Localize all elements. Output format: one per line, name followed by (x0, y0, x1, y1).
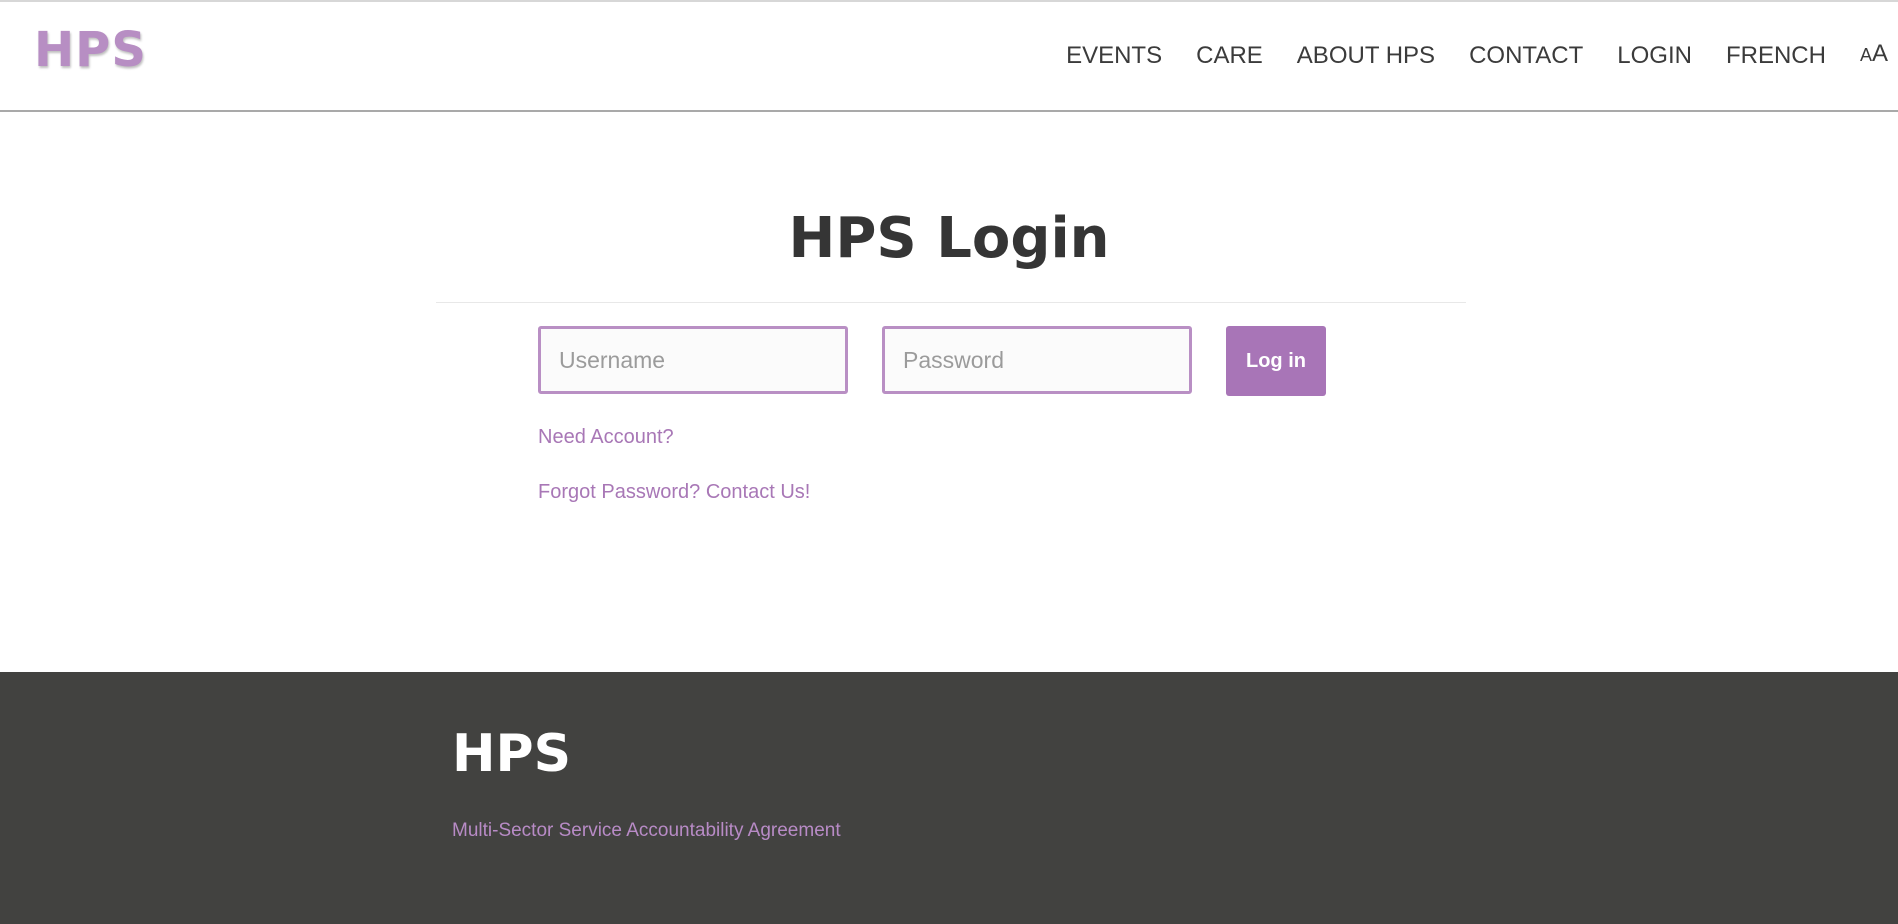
footer-logo: HPS (452, 724, 572, 784)
nav-item-events[interactable]: EVENTS (1066, 40, 1162, 72)
nav-item-contact[interactable]: CONTACT (1469, 40, 1583, 72)
title-divider (436, 302, 1466, 303)
font-size-toggle[interactable]: AA (1860, 38, 1888, 73)
page-title: HPS Login (788, 206, 1110, 271)
nav-item-care[interactable]: CARE (1196, 40, 1263, 72)
site-header: HPS EVENTS CARE ABOUT HPS CONTACT LOGIN … (0, 2, 1898, 112)
nav-item-french[interactable]: FRENCH (1726, 40, 1826, 72)
forgot-password-link[interactable]: Forgot Password? Contact Us! (538, 481, 810, 504)
main-nav: EVENTS CARE ABOUT HPS CONTACT LOGIN FREN… (1032, 38, 1888, 73)
page: HPS EVENTS CARE ABOUT HPS CONTACT LOGIN … (0, 0, 1898, 924)
site-footer: HPS Multi-Sector Service Accountability … (0, 672, 1898, 924)
username-input[interactable] (538, 326, 848, 394)
login-button[interactable]: Log in (1226, 326, 1326, 396)
font-size-big-glyph: A (1871, 40, 1888, 67)
footer-agreement-link[interactable]: Multi-Sector Service Accountability Agre… (452, 820, 841, 842)
nav-item-login[interactable]: LOGIN (1617, 40, 1692, 72)
need-account-link[interactable]: Need Account? (538, 426, 674, 449)
font-size-small-glyph: A (1859, 45, 1872, 65)
nav-item-about-hps[interactable]: ABOUT HPS (1297, 40, 1435, 72)
password-input[interactable] (882, 326, 1192, 394)
site-logo[interactable]: HPS (34, 26, 147, 74)
